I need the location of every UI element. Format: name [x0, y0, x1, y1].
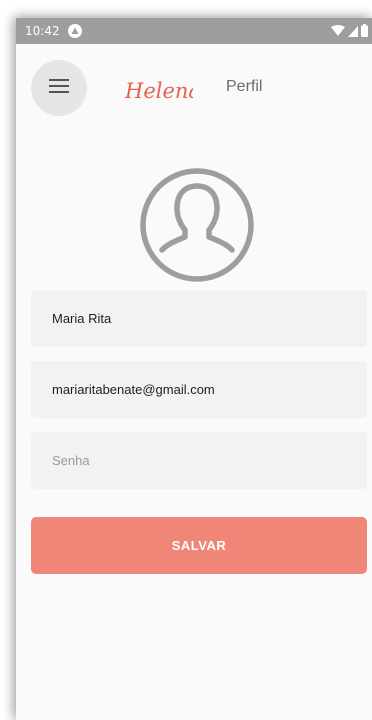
logo-text: Helena [124, 79, 193, 103]
wifi-icon [331, 24, 345, 40]
status-bar: 10:42 [16, 18, 372, 44]
save-button[interactable]: SALVAR [31, 517, 367, 574]
helena-logo: Helena [123, 68, 201, 108]
app-screen: 10:42 Helen Perfil Maria Rita mariaritab… [16, 18, 372, 720]
notification-icon [67, 24, 82, 38]
hamburger-menu-icon [49, 78, 69, 98]
status-icons [331, 24, 368, 40]
signal-icon [348, 25, 358, 40]
password-field[interactable]: Senha [31, 432, 367, 489]
email-field[interactable]: mariaritabenate@gmail.com [31, 361, 367, 418]
status-time: 10:42 [25, 24, 60, 38]
user-avatar-icon[interactable] [138, 166, 256, 284]
page-title: Perfil [226, 78, 263, 95]
name-field[interactable]: Maria Rita [31, 290, 367, 347]
battery-icon [361, 24, 368, 40]
menu-button[interactable] [31, 60, 87, 116]
